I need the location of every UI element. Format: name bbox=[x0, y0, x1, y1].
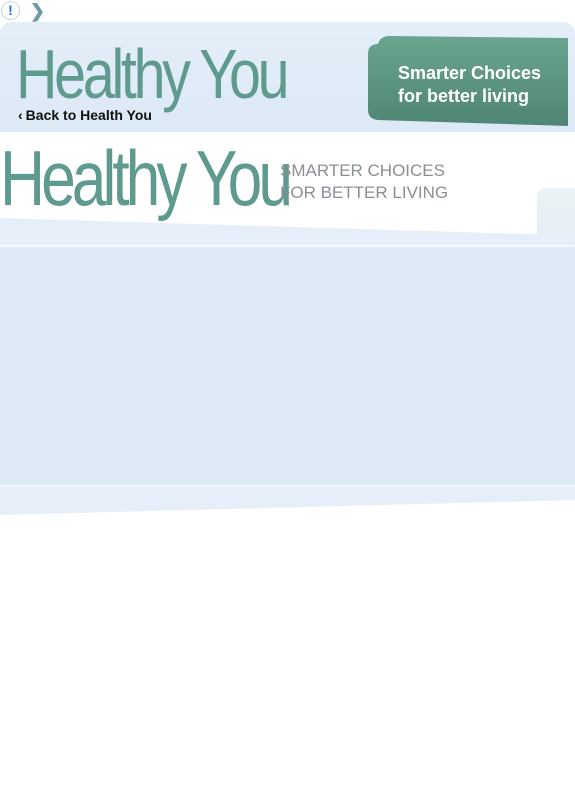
chevron-right-icon[interactable]: ❯ bbox=[30, 0, 45, 22]
badge-line-2: for better living bbox=[398, 86, 530, 106]
hero-tagline-line-2: FOR BETTER LIVING bbox=[280, 183, 449, 202]
back-to-health-you-link[interactable]: ‹ Back to Health You bbox=[18, 107, 152, 123]
hero-tagline: SMARTER CHOICES FOR BETTER LIVING bbox=[280, 160, 448, 204]
content-panel bbox=[0, 215, 575, 515]
site-header: Healthy You ‹ Back to Health You Smarter … bbox=[0, 22, 575, 132]
back-link-label: Back to Health You bbox=[25, 107, 152, 123]
badge-line-1: Smarter Choices bbox=[398, 63, 542, 83]
alert-icon[interactable]: ! bbox=[1, 1, 20, 20]
smarter-choices-badge: Smarter Choices for better living bbox=[368, 36, 568, 126]
panel-shape bbox=[0, 218, 575, 515]
top-toolbar: ! ❯ bbox=[0, 0, 575, 22]
hero-logo: Healthy You bbox=[0, 134, 293, 222]
chevron-left-icon: ‹ bbox=[18, 107, 23, 123]
hero-tagline-line-1: SMARTER CHOICES bbox=[280, 161, 445, 180]
healthy-you-logo[interactable]: Healthy You bbox=[16, 38, 290, 110]
